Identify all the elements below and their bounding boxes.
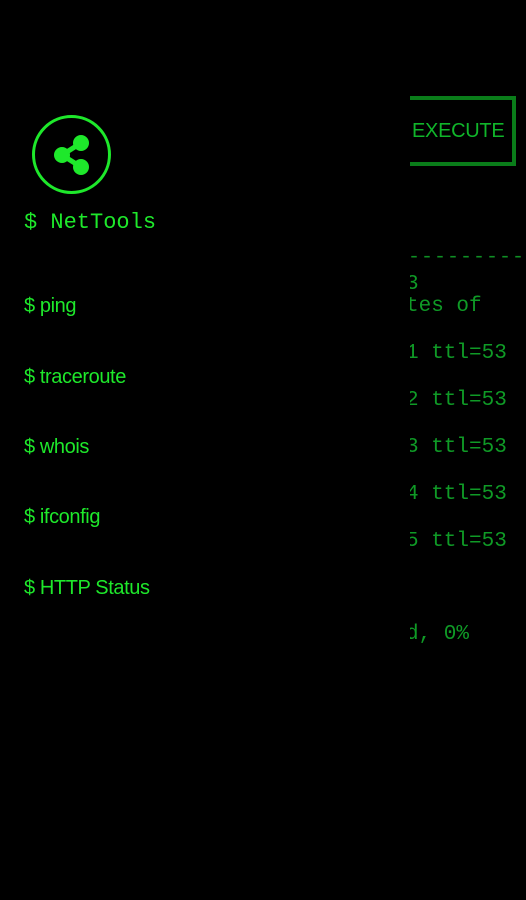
navigation-drawer: $ NetTools $ ping $ traceroute $ whois $…: [0, 0, 410, 900]
menu-item-whois[interactable]: $ whois: [24, 436, 89, 459]
menu-item-traceroute[interactable]: $ traceroute: [24, 366, 126, 389]
app-logo: [32, 115, 111, 194]
output-line: 4 ttl=53: [406, 483, 507, 506]
menu-item-ping[interactable]: $ ping: [24, 295, 76, 318]
menu-item-ifconfig[interactable]: $ ifconfig: [24, 506, 100, 529]
output-line: 3 ttl=53: [406, 436, 507, 459]
output-line: d, 0%: [406, 623, 470, 646]
output-separator: ----------: [408, 246, 526, 269]
app-title: $ NetTools: [24, 210, 157, 235]
output-line: 1 ttl=53: [406, 342, 507, 365]
output-line: tes of: [406, 295, 482, 318]
output-line: 2 ttl=53: [406, 389, 507, 412]
execute-button[interactable]: EXECUTE: [392, 96, 516, 166]
output-line: 5 ttl=53: [406, 530, 507, 553]
share-icon: [53, 134, 89, 175]
menu-item-http-status[interactable]: $ HTTP Status: [24, 577, 150, 600]
